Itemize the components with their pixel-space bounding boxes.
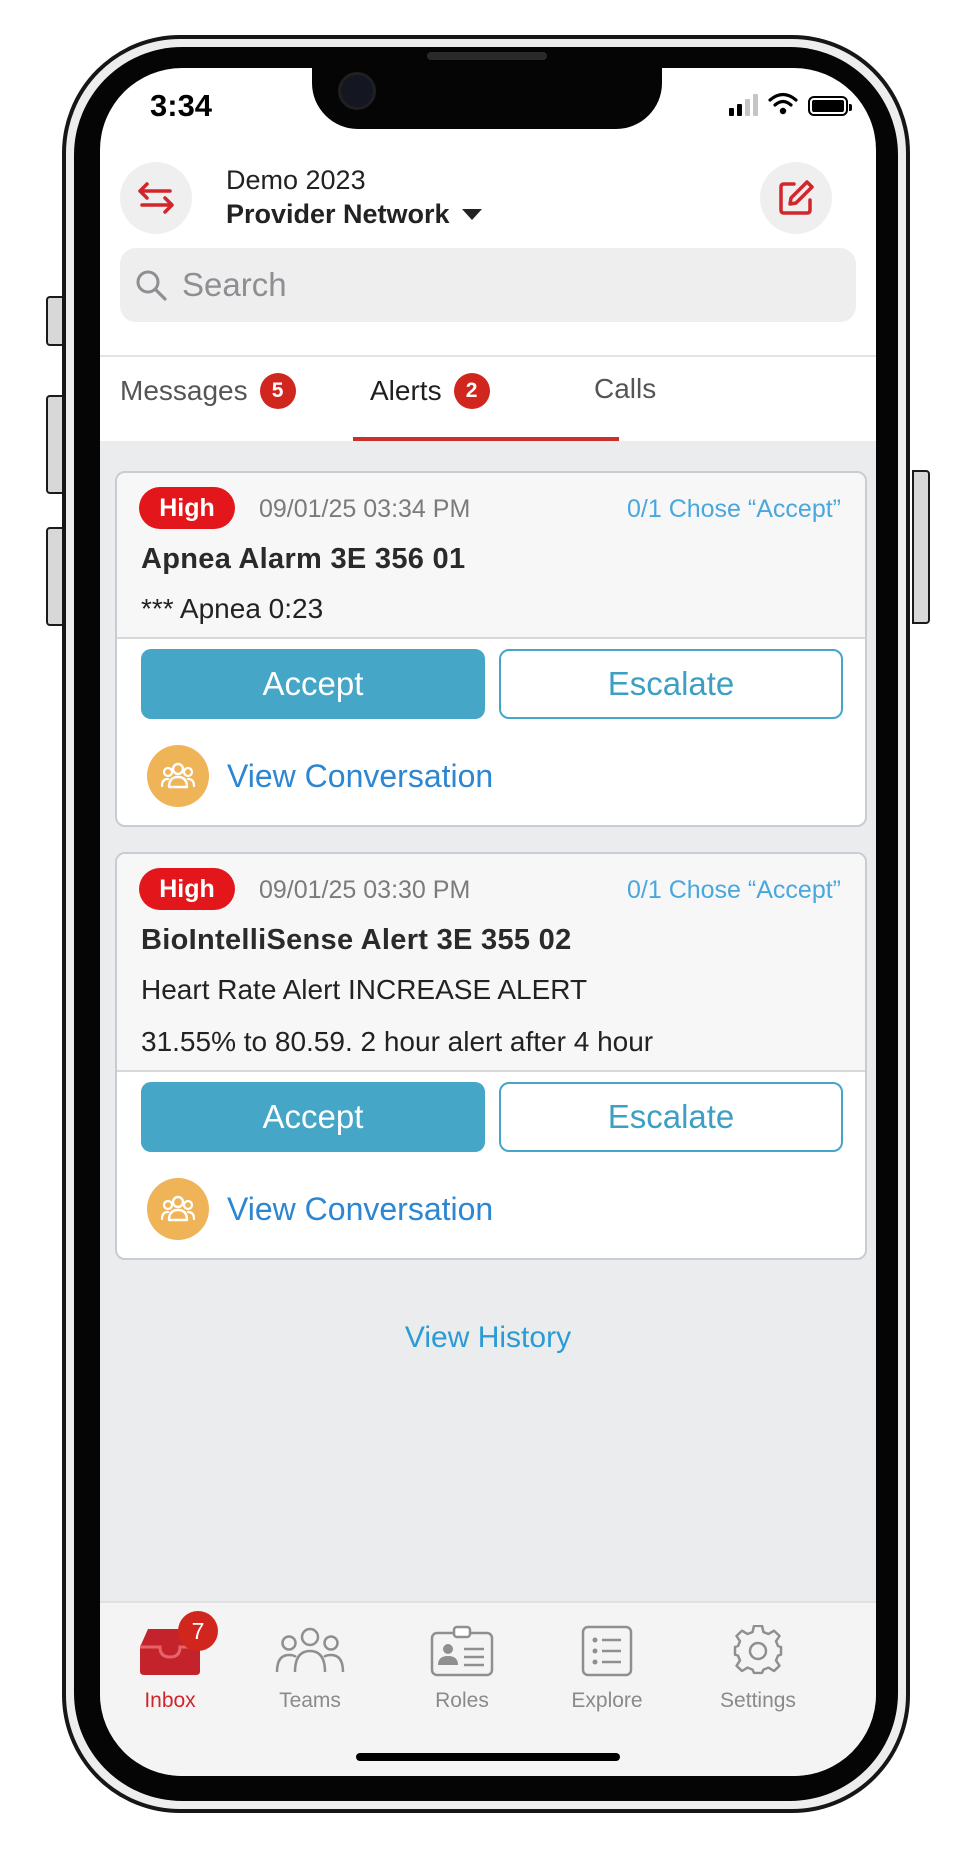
roles-icon: [430, 1625, 494, 1677]
network-row: Provider Network: [226, 199, 482, 230]
cellular-signal-icon: [729, 94, 758, 116]
accept-button[interactable]: Accept: [141, 649, 485, 719]
tab-alerts[interactable]: Alerts 2: [370, 373, 490, 409]
home-indicator[interactable]: [356, 1753, 620, 1761]
alert-detail-line: *** Apnea 0:23: [141, 593, 324, 624]
nav-teams[interactable]: Teams: [245, 1617, 375, 1713]
view-conversation-link[interactable]: View Conversation: [227, 1191, 493, 1228]
alert-detail-line: Heart Rate Alert INCREASE ALERT: [141, 974, 588, 1005]
caret-down-icon: [461, 209, 482, 220]
org-name: Demo 2023: [226, 165, 366, 195]
alert-title: BioIntelliSense Alert 3E 355 02: [141, 924, 572, 956]
battery-icon: [808, 96, 852, 116]
nav-explore-label: Explore: [571, 1689, 643, 1712]
conversation-group-icon: [147, 1178, 209, 1240]
compose-button[interactable]: [760, 162, 832, 234]
wifi-icon: [768, 92, 798, 115]
response-status: 0/1 Chose “Accept”: [627, 876, 841, 904]
nav-settings[interactable]: Settings: [683, 1617, 833, 1713]
accept-button[interactable]: Accept: [141, 1082, 485, 1152]
tab-calls[interactable]: Calls: [594, 373, 656, 405]
alerts-count-badge: 2: [453, 373, 490, 409]
tab-messages[interactable]: Messages 5: [120, 373, 296, 409]
escalate-button[interactable]: Escalate: [499, 649, 843, 719]
alert-card[interactable]: High 09/01/25 03:34 PM 0/1 Chose “Accept…: [115, 471, 867, 827]
alert-card[interactable]: High 09/01/25 03:30 PM 0/1 Chose “Accept…: [115, 852, 867, 1260]
response-status: 0/1 Chose “Accept”: [627, 495, 841, 523]
tab-calls-label: Calls: [594, 373, 657, 404]
view-conversation-link[interactable]: View Conversation: [227, 758, 493, 795]
nav-roles-label: Roles: [435, 1689, 489, 1712]
explore-icon: [581, 1625, 633, 1677]
compose-icon: [779, 180, 814, 215]
nav-roles-icon-wrap: [397, 1617, 527, 1685]
alert-title: Apnea Alarm 3E 356 01: [141, 543, 466, 575]
nav-teams-icon-wrap: [245, 1617, 375, 1685]
teams-icon: [275, 1627, 345, 1673]
nav-settings-icon-wrap: [683, 1617, 833, 1685]
priority-badge: High: [139, 868, 235, 910]
nav-explore-icon-wrap: [542, 1617, 672, 1685]
nav-inbox-icon-wrap: 7: [100, 1611, 240, 1685]
nav-inbox-label: Inbox: [144, 1689, 196, 1712]
screen: 3:34 Demo 2023 Provider Network Search M…: [100, 68, 876, 1776]
swap-arrows-icon: [138, 182, 174, 214]
conversation-group-icon: [147, 745, 209, 807]
inbox-count-badge: 7: [178, 1611, 218, 1651]
status-icons: [729, 92, 852, 116]
group-icon: [160, 762, 196, 789]
messages-count-badge: 5: [259, 373, 296, 409]
view-history-link[interactable]: View History: [100, 1321, 876, 1355]
nav-teams-label: Teams: [279, 1689, 341, 1712]
nav-explore[interactable]: Explore: [542, 1617, 672, 1713]
gear-icon: [733, 1625, 783, 1675]
alert-timestamp: 09/01/25 03:34 PM: [259, 495, 471, 523]
tab-alerts-label: Alerts: [370, 375, 442, 406]
front-camera: [338, 72, 376, 110]
escalate-button[interactable]: Escalate: [499, 1082, 843, 1152]
divider: [100, 355, 876, 357]
status-time: 3:34: [150, 88, 213, 123]
group-icon: [160, 1195, 196, 1222]
nav-roles[interactable]: Roles: [397, 1617, 527, 1713]
alerts-list[interactable]: High 09/01/25 03:34 PM 0/1 Chose “Accept…: [100, 441, 876, 1601]
network-name: Provider Network: [226, 199, 450, 229]
alert-detail-line: 31.55% to 80.59. 2 hour alert after 4 ho…: [141, 1026, 654, 1057]
tab-messages-label: Messages: [120, 375, 248, 406]
alert-details[interactable]: High 09/01/25 03:34 PM 0/1 Chose “Accept…: [117, 473, 865, 639]
bottom-nav: 7 Inbox Teams Roles Explore Settings: [100, 1601, 876, 1776]
power-button[interactable]: [912, 470, 930, 624]
switch-network-button[interactable]: [120, 162, 192, 234]
alert-details[interactable]: High 09/01/25 03:30 PM 0/1 Chose “Accept…: [117, 854, 865, 1072]
earpiece-speaker: [427, 52, 547, 60]
search-bar[interactable]: Search: [120, 248, 856, 322]
nav-inbox[interactable]: 7 Inbox: [100, 1611, 240, 1713]
network-selector[interactable]: Demo 2023 Provider Network: [226, 165, 482, 230]
search-icon: [136, 270, 167, 301]
alert-timestamp: 09/01/25 03:30 PM: [259, 876, 471, 904]
priority-badge: High: [139, 487, 235, 529]
search-input[interactable]: Search: [182, 266, 287, 304]
nav-settings-label: Settings: [720, 1689, 796, 1712]
